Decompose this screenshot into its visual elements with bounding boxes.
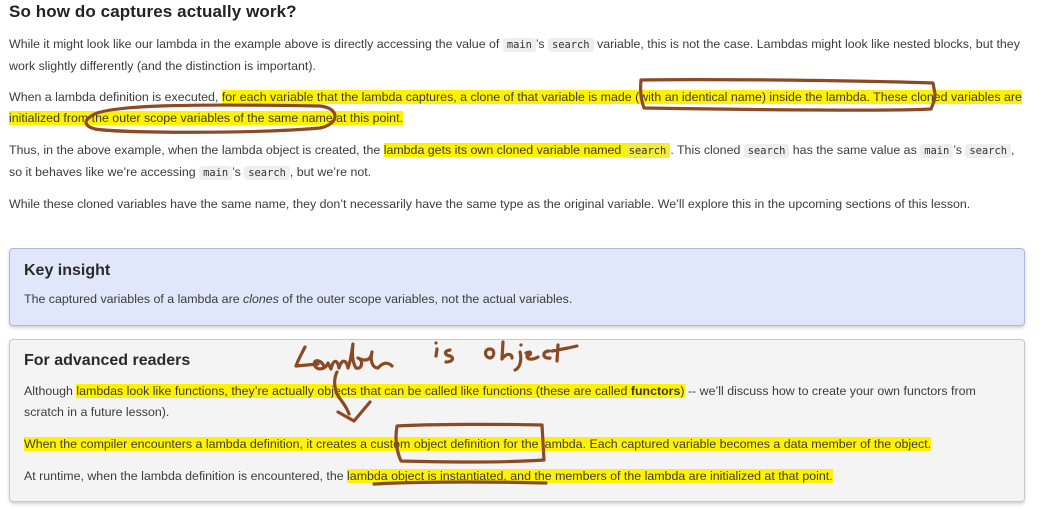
text: ’s: [232, 165, 245, 179]
code-search: search: [244, 166, 290, 180]
code-main: main: [502, 38, 536, 52]
key-insight-text: The captured variables of a lambda are c…: [24, 289, 1009, 310]
text: At runtime, when the lambda definition i…: [24, 469, 348, 483]
code-search: search: [548, 38, 594, 52]
text: The captured variables of a lambda are: [24, 292, 244, 306]
text: lambda gets its own cloned variable name…: [383, 143, 625, 157]
text: . This cloned: [670, 143, 744, 157]
advanced-readers-title: For advanced readers: [24, 352, 191, 369]
key-insight-box: Key insight The captured variables of a …: [9, 248, 1025, 326]
text: Although: [24, 384, 77, 398]
advanced-readers-box: For advanced readers Although lambdas lo…: [9, 339, 1025, 502]
text: ’s: [953, 143, 966, 157]
emphasis-text: clones: [243, 292, 279, 306]
text: Thus, in the above example, when the lam…: [9, 143, 384, 157]
paragraph-types-note: While these cloned variables have the sa…: [9, 197, 971, 211]
strong-text: functors: [630, 384, 681, 398]
advanced-paragraph-compiler: When the compiler encounters a lambda de…: [24, 434, 1009, 455]
text: , but we’re not.: [289, 165, 372, 179]
code-search: search: [624, 144, 671, 158]
highlighted-text: lambdas look like functions, they’re act…: [76, 384, 685, 398]
highlighted-text: lambda gets its own cloned variable name…: [383, 143, 671, 158]
code-search: search: [965, 144, 1011, 158]
text: ’s: [535, 37, 549, 51]
code-main: main: [920, 144, 954, 158]
section-heading: So how do captures actually work?: [9, 2, 297, 21]
advanced-paragraph-functors: Although lambdas look like functions, th…: [24, 381, 1009, 423]
key-insight-title: Key insight: [24, 262, 111, 279]
text: has the same value as: [789, 143, 921, 157]
highlighted-text: lambda object is instantiated, and the m…: [347, 469, 833, 483]
advanced-paragraph-runtime: At runtime, when the lambda definition i…: [24, 466, 1009, 487]
highlighted-text: When the compiler encounters a lambda de…: [24, 437, 932, 451]
code-main: main: [199, 166, 233, 180]
text: lambdas look like functions, they’re act…: [76, 384, 631, 398]
paragraph-example: Thus, in the above example, when the lam…: [9, 140, 1024, 184]
text: When a lambda definition is executed,: [9, 90, 222, 104]
text: While it might look like our lambda in t…: [9, 37, 503, 51]
paragraph-clone-explanation: When a lambda definition is executed, fo…: [9, 87, 1024, 129]
paragraph-captures-intro: While it might look like our lambda in t…: [9, 34, 1024, 77]
code-search: search: [743, 144, 790, 158]
article-page: So how do captures actually work? While …: [0, 0, 1050, 509]
text: of the outer scope variables, not the ac…: [278, 292, 573, 306]
